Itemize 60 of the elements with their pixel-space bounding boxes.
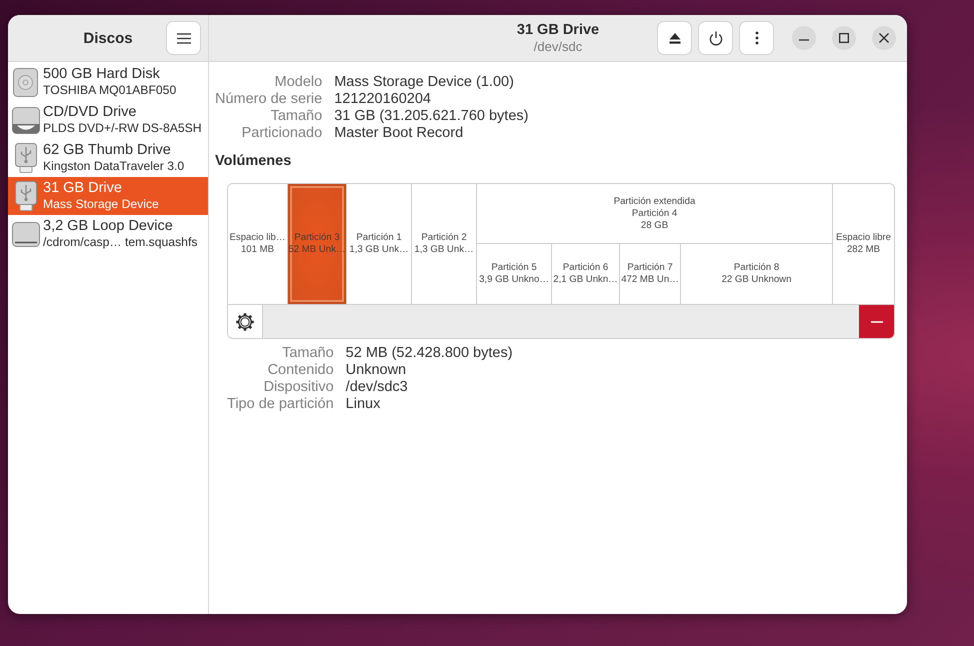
partition-segment[interactable]: Partición 6 2,1 GB Unkn…: [552, 244, 620, 304]
field-label: Dispositivo: [262, 379, 334, 396]
field-value: 121220160204: [334, 91, 432, 108]
free-space-segment[interactable]: Espacio lib… 101 MB: [228, 184, 288, 304]
field-value: Linux: [346, 396, 382, 413]
close-icon: [879, 33, 889, 43]
maximize-icon: [839, 33, 849, 43]
power-icon: [708, 30, 722, 46]
drive-list-item[interactable]: 3,2 GB Loop Device /cdrom/casp… tem.squashfs: [8, 215, 208, 253]
settings-button[interactable]: [228, 305, 263, 338]
drive-model: Mass Storage Device: [43, 197, 159, 212]
eject-icon: [668, 32, 680, 44]
partition-segment[interactable]: Partición 5 3,9 GB Unkno…: [477, 244, 552, 304]
window-subtitle: /dev/sdc: [534, 39, 582, 54]
field-label: Tipo de partición: [227, 396, 334, 413]
drive-model: PLDS DVD+/-RW DS-8A5SH: [43, 121, 202, 136]
sidebar-title: Discos: [83, 30, 133, 46]
drive-name: 62 GB Thumb Drive: [43, 142, 172, 159]
minus-icon: [870, 320, 882, 322]
close-button[interactable]: [872, 26, 896, 50]
drive-list-item[interactable]: 500 GB Hard Disk TOSHIBA MQ01ABF050: [8, 63, 208, 101]
field-value: /dev/sdc3: [346, 379, 409, 396]
field-label: Modelo: [274, 74, 322, 91]
drive-icon: [12, 222, 40, 246]
drive-model: /cdrom/casp… tem.squashfs: [43, 235, 198, 250]
power-off-button[interactable]: [698, 21, 733, 55]
field-value: Mass Storage Device (1.00): [334, 74, 515, 91]
drive-model: Kingston DataTraveler 3.0: [43, 159, 184, 174]
field-label: Tamaño: [270, 108, 322, 125]
field-label: Particionado: [240, 125, 322, 142]
drive-model: TOSHIBA MQ01ABF050: [43, 83, 176, 98]
field-label: Tamaño: [281, 345, 334, 362]
window-title: 31 GB Drive: [516, 22, 600, 39]
drive-name: 3,2 GB Loop Device: [43, 218, 174, 235]
partition-segment[interactable]: Partición 2 1,3 GB Unk…: [412, 184, 477, 304]
gear-icon: [235, 312, 255, 332]
field-value: 31 GB (31.205.621.760 bytes): [334, 108, 528, 125]
field-value: Unknown: [346, 362, 408, 379]
optical-drive-icon: [12, 106, 40, 134]
more-options-icon: [754, 31, 758, 45]
drive-name: 500 GB Hard Disk: [43, 66, 161, 83]
partition-segment[interactable]: Partición 7 472 MB Un…: [620, 244, 681, 304]
drive-name: CD/DVD Drive: [43, 104, 138, 121]
minimize-icon: [799, 38, 809, 40]
field-value: 52 MB (52.428.800 bytes): [346, 345, 513, 362]
usb-drive-icon: [14, 181, 36, 211]
usb-drive-icon: [14, 143, 36, 173]
volumes-heading: Volúmenes: [215, 153, 292, 170]
drive-list-item[interactable]: 31 GB Drive Mass Storage Device: [8, 177, 208, 215]
partition-segment[interactable]: Partición 1 1,3 GB Unk…: [347, 184, 412, 304]
drive-list-item[interactable]: 62 GB Thumb Drive Kingston DataTraveler 3.0: [8, 139, 208, 177]
field-label: Número de serie: [215, 91, 322, 108]
drive-list-item[interactable]: CD/DVD Drive PLDS DVD+/-RW DS-8A5SH: [8, 101, 208, 139]
eject-button[interactable]: [657, 21, 692, 55]
maximize-button[interactable]: [832, 26, 856, 50]
field-value: Master Boot Record: [334, 125, 464, 142]
menu-icon: [176, 32, 190, 44]
drive-name: 31 GB Drive: [43, 180, 123, 197]
main-menu-button[interactable]: [166, 21, 201, 55]
field-label: Contenido: [266, 362, 334, 379]
